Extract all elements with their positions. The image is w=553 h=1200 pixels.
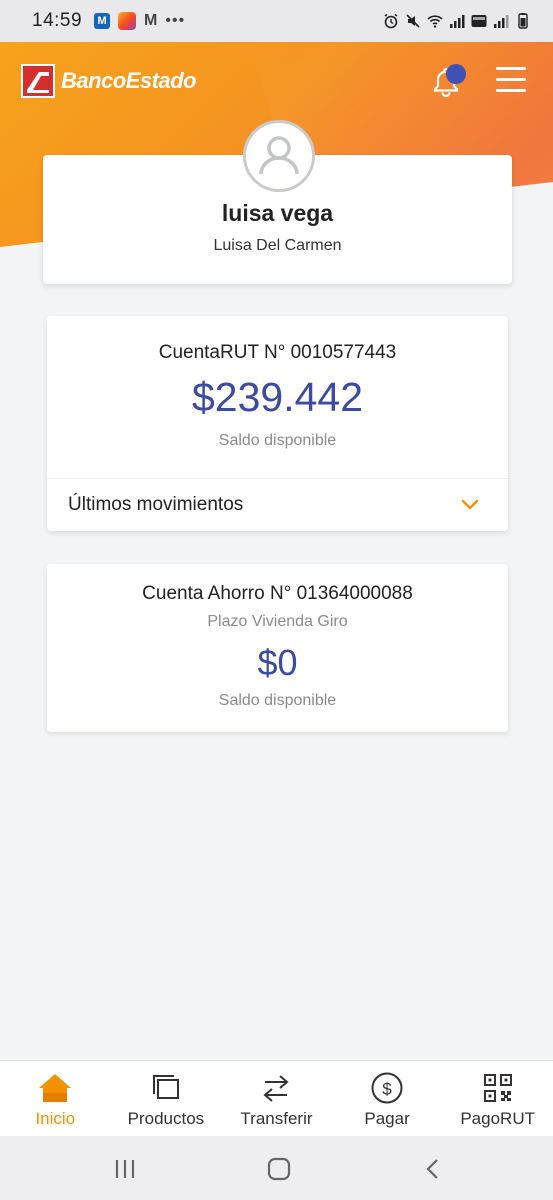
- products-icon: [152, 1075, 179, 1099]
- nav-label: PagoRUT: [460, 1109, 535, 1128]
- nav-label: Transferir: [240, 1109, 313, 1128]
- account-balance-label: Saldo disponible: [218, 432, 337, 449]
- status-bar: 14:59 M M •••: [0, 0, 553, 42]
- profile-subtitle: Luisa Del Carmen: [213, 237, 342, 254]
- nav-transferir[interactable]: Transferir: [221, 1061, 332, 1136]
- alarm-icon: [384, 13, 398, 29]
- notification-badge: [446, 64, 466, 84]
- status-left-icons: M M •••: [94, 12, 185, 30]
- nav-productos[interactable]: Productos: [111, 1061, 222, 1136]
- account-balance-label: Saldo disponible: [218, 692, 337, 709]
- nav-label: Inicio: [35, 1109, 76, 1128]
- account-title: Cuenta Ahorro N° 01364000088: [142, 583, 413, 604]
- bancoestado-logo-icon: [21, 64, 55, 98]
- nav-pagorut[interactable]: PagoRUT: [442, 1061, 553, 1136]
- account-card-cuentarut[interactable]: CuentaRUT N° 0010577443 $239.442 Saldo d…: [47, 316, 508, 531]
- mercadopago-icon: M: [94, 13, 111, 29]
- nav-label: Pagar: [364, 1109, 410, 1128]
- svg-text:$: $: [382, 1080, 392, 1099]
- user-avatar-icon: [243, 120, 315, 192]
- signal-icon: [450, 15, 465, 28]
- nav-pagar[interactable]: $ Pagar: [332, 1061, 443, 1136]
- signal-icon: [494, 15, 509, 28]
- system-navigation-bar: [0, 1136, 553, 1200]
- gmail-icon: M: [144, 12, 158, 29]
- recent-apps-icon[interactable]: [112, 1156, 138, 1182]
- home-button-icon[interactable]: [266, 1156, 292, 1182]
- transfer-icon: [263, 1075, 290, 1102]
- wifi-icon: [427, 15, 443, 28]
- account-balance: $239.442: [191, 374, 363, 420]
- profile-name: luisa vega: [221, 200, 334, 226]
- nav-label: Productos: [127, 1109, 205, 1128]
- nav-inicio[interactable]: Inicio: [0, 1061, 111, 1136]
- brand-name: BancoEstado: [61, 68, 197, 93]
- last-movements-toggle[interactable]: Últimos movimientos: [47, 478, 508, 531]
- status-right-icons: [383, 13, 531, 29]
- status-time: 14:59: [32, 10, 83, 31]
- account-card-ahorro[interactable]: Cuenta Ahorro N° 01364000088 Plazo Vivie…: [47, 564, 508, 732]
- account-balance: $0: [257, 642, 298, 683]
- hamburger-menu-icon[interactable]: [496, 67, 528, 95]
- pay-icon: $: [371, 1072, 403, 1104]
- brand-logo: BancoEstado: [21, 64, 197, 98]
- account-subtitle: Plazo Vivienda Giro: [207, 613, 348, 630]
- volte-icon: [471, 15, 487, 27]
- account-title: CuentaRUT N° 0010577443: [158, 342, 397, 363]
- more-dots-icon: •••: [165, 12, 186, 29]
- photos-icon: [118, 12, 137, 30]
- back-icon[interactable]: [421, 1156, 447, 1182]
- mute-icon: [406, 14, 420, 28]
- qr-code-icon: [483, 1074, 512, 1102]
- last-movements-label: Últimos movimientos: [68, 494, 244, 515]
- battery-icon: [518, 13, 528, 29]
- bottom-navigation: Inicio Productos Transferir $ Pagar Pago…: [0, 1060, 553, 1136]
- home-icon: [39, 1074, 72, 1102]
- chevron-down-icon[interactable]: [461, 497, 479, 511]
